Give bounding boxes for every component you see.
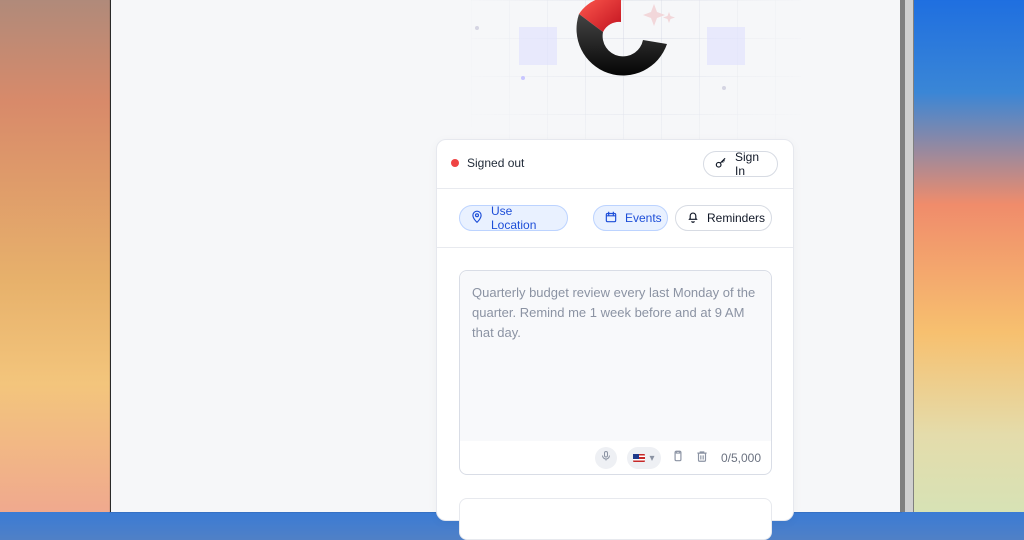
decor-dot bbox=[722, 86, 726, 90]
use-location-button[interactable]: Use Location bbox=[459, 204, 568, 232]
mic-icon bbox=[600, 450, 612, 465]
status-text: Signed out bbox=[467, 156, 525, 170]
app-logo bbox=[576, 0, 675, 76]
signin-label: Sign In bbox=[735, 150, 760, 178]
key-icon bbox=[714, 156, 728, 173]
status-dot bbox=[451, 159, 459, 167]
app-window: Signed out Sign In Use Location Events R… bbox=[110, 0, 901, 540]
mic-button[interactable] bbox=[594, 446, 617, 469]
next-section-partial bbox=[459, 498, 772, 540]
events-toggle[interactable]: Events bbox=[593, 205, 668, 231]
us-flag-icon bbox=[633, 453, 646, 462]
bell-icon bbox=[686, 210, 700, 227]
card-header: Signed out Sign In bbox=[437, 140, 793, 189]
reminders-label: Reminders bbox=[707, 211, 766, 225]
reminders-toggle[interactable]: Reminders bbox=[675, 205, 772, 231]
desktop-wallpaper-left bbox=[0, 0, 112, 512]
hero-logo-area bbox=[471, 0, 801, 150]
chevron-down-icon: ▾ bbox=[649, 452, 655, 464]
desktop-wallpaper-right bbox=[912, 0, 1024, 512]
textarea-placeholder: Quarterly budget review every last Monda… bbox=[472, 285, 756, 340]
decor-dot bbox=[521, 76, 525, 80]
decor-dot bbox=[475, 26, 479, 30]
language-select[interactable]: ▾ bbox=[626, 446, 661, 469]
clipboard-icon[interactable] bbox=[671, 449, 685, 466]
right-scrollbar-thumb[interactable] bbox=[905, 0, 913, 512]
trash-icon[interactable] bbox=[695, 449, 709, 466]
reminder-textarea[interactable]: Quarterly budget review every last Monda… bbox=[459, 270, 772, 475]
events-label: Events bbox=[625, 211, 662, 225]
character-count: 0/5,000 bbox=[720, 450, 761, 465]
use-location-label: Use Location bbox=[491, 204, 537, 232]
map-pin-icon bbox=[470, 210, 484, 227]
main-card: Signed out Sign In Use Location Events R… bbox=[436, 139, 794, 540]
auth-status: Signed out bbox=[451, 156, 524, 170]
signin-button[interactable]: Sign In bbox=[703, 150, 778, 178]
grid-tile bbox=[707, 27, 745, 65]
textarea-input-area[interactable]: Quarterly budget review every last Monda… bbox=[460, 271, 771, 441]
textarea-toolbar: ▾ 0/5,000 bbox=[460, 441, 771, 474]
calendar-icon bbox=[604, 210, 618, 227]
card-filters: Use Location Events Reminders bbox=[437, 189, 793, 248]
